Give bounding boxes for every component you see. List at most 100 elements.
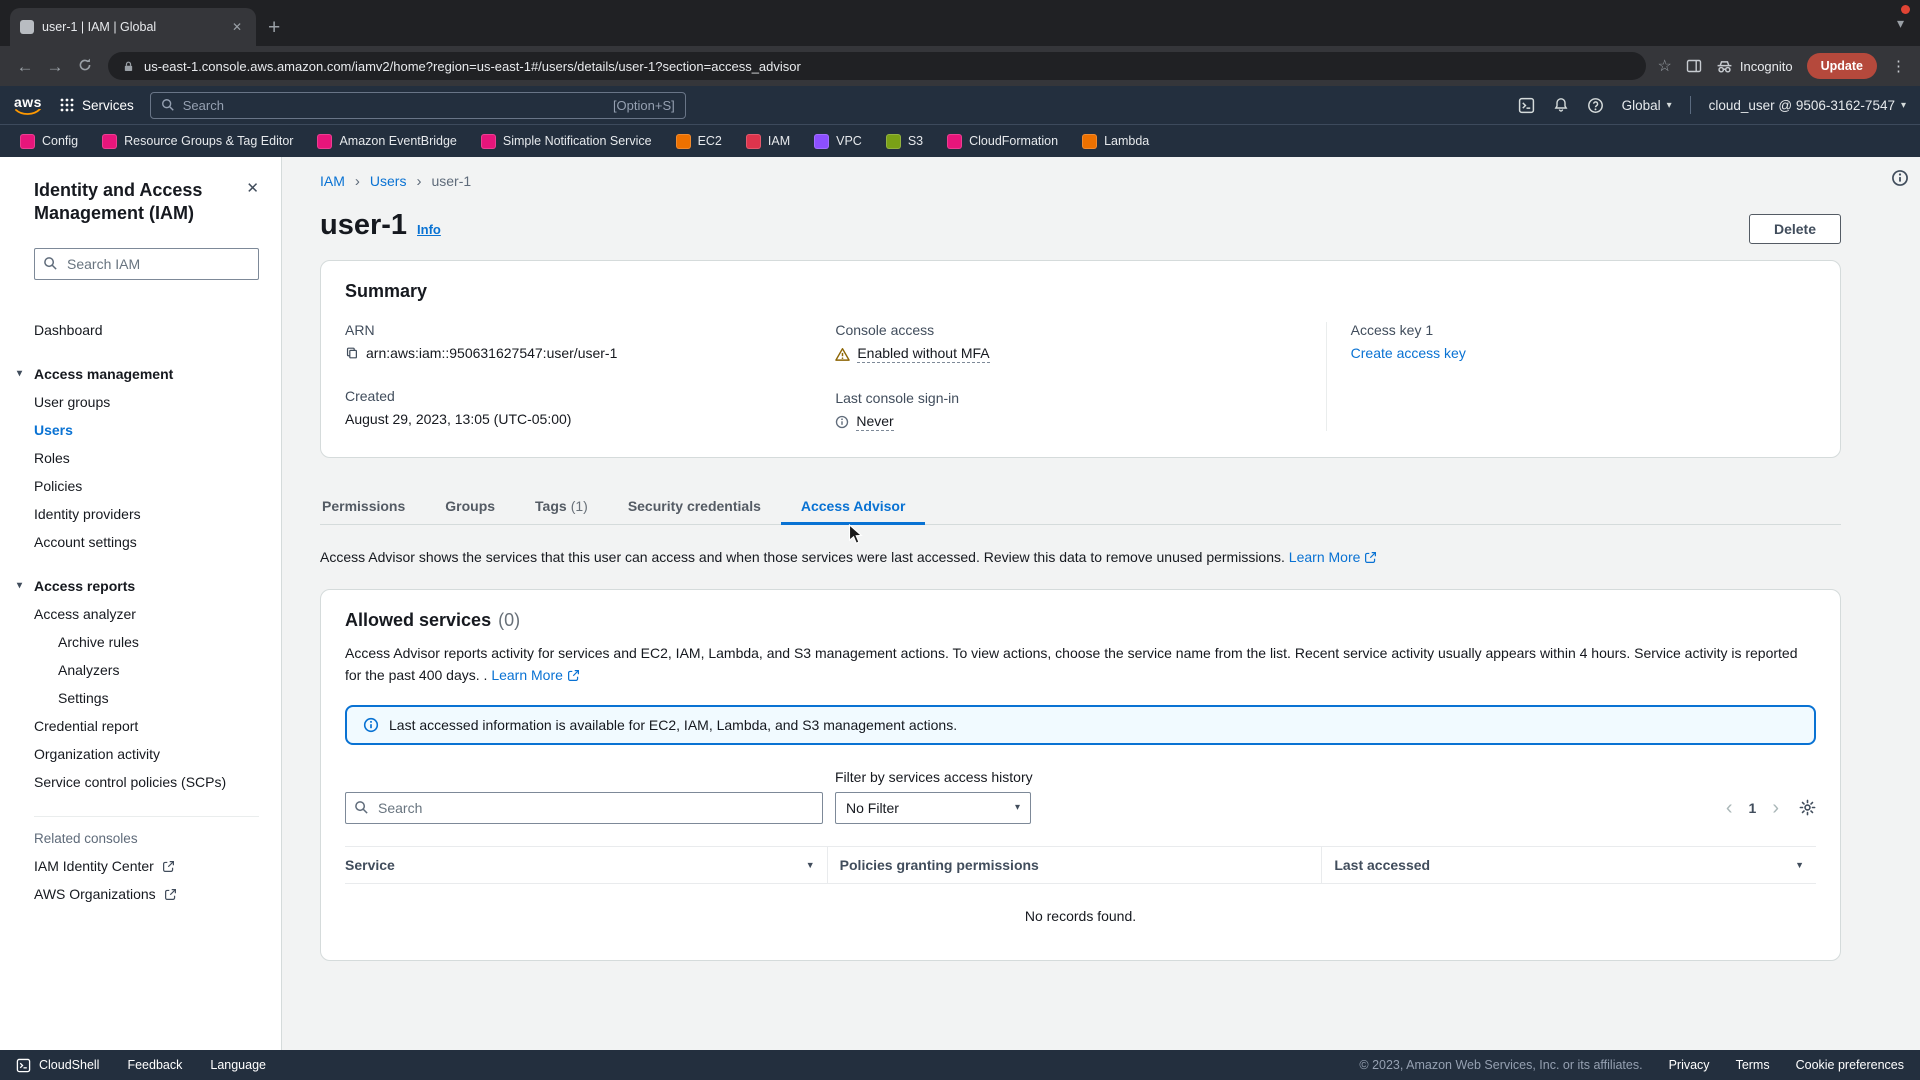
favorite-vpc[interactable]: VPC (814, 134, 862, 149)
back-icon[interactable]: ← (10, 58, 40, 75)
region-selector[interactable]: Global ▾ (1622, 98, 1672, 113)
column-policies[interactable]: Policies granting permissions (827, 847, 1322, 883)
info-link[interactable]: Info (417, 222, 441, 237)
sort-icon[interactable]: ▼ (806, 860, 815, 870)
help-icon[interactable] (1587, 97, 1604, 114)
last-signin-value[interactable]: Never (856, 413, 893, 431)
create-access-key-link[interactable]: Create access key (1351, 345, 1466, 361)
services-search-input[interactable] (345, 792, 823, 824)
services-menu[interactable]: Services (60, 98, 134, 113)
aws-logo[interactable]: aws (14, 95, 42, 116)
sidebar-link-identity-center[interactable]: IAM Identity Center (34, 852, 259, 880)
feedback-button[interactable]: Feedback (127, 1058, 182, 1072)
column-service[interactable]: Service ▼ (345, 847, 827, 883)
cookie-preferences-link[interactable]: Cookie preferences (1796, 1058, 1904, 1072)
sidebar-section-access-management[interactable]: ▾Access management (34, 360, 259, 388)
sidebar-item-roles[interactable]: Roles (34, 444, 259, 472)
tab-permissions[interactable]: Permissions (320, 488, 425, 524)
favorite-config[interactable]: Config (20, 134, 78, 149)
cloudshell-icon (16, 1058, 31, 1073)
favorite-resource-groups[interactable]: Resource Groups & Tag Editor (102, 134, 293, 149)
arn-label: ARN (345, 322, 835, 338)
sidebar-item-archive-rules[interactable]: Archive rules (34, 628, 259, 656)
notifications-bell-icon[interactable] (1553, 97, 1569, 113)
console-search-input[interactable]: Search [Option+S] (150, 92, 686, 119)
lock-icon (122, 60, 135, 73)
tab-tags[interactable]: Tags(1) (515, 488, 608, 524)
favorite-iam[interactable]: IAM (746, 134, 790, 149)
previous-page-icon[interactable]: ‹ (1726, 798, 1733, 818)
column-last-accessed[interactable]: Last accessed ▼ (1321, 847, 1816, 883)
browser-tab[interactable]: user-1 | IAM | Global ✕ (10, 8, 256, 46)
breadcrumb-users[interactable]: Users (370, 173, 407, 189)
sort-icon[interactable]: ▼ (1795, 860, 1804, 870)
detail-tabs: Permissions Groups Tags(1) Security cred… (320, 488, 1841, 525)
breadcrumb-iam[interactable]: IAM (320, 173, 345, 189)
tab-close-icon[interactable]: ✕ (228, 18, 246, 36)
sidebar-item-account-settings[interactable]: Account settings (34, 528, 259, 556)
favorite-eventbridge[interactable]: Amazon EventBridge (317, 134, 456, 149)
sidebar-item-policies[interactable]: Policies (34, 472, 259, 500)
favorite-cloudformation[interactable]: CloudFormation (947, 134, 1058, 149)
favorite-sns[interactable]: Simple Notification Service (481, 134, 652, 149)
sidebar-item-user-groups[interactable]: User groups (34, 388, 259, 416)
s3-service-icon (886, 134, 901, 149)
copy-icon[interactable] (345, 346, 359, 360)
favorite-ec2[interactable]: EC2 (676, 134, 722, 149)
language-button[interactable]: Language (210, 1058, 266, 1072)
privacy-link[interactable]: Privacy (1669, 1058, 1710, 1072)
reload-icon[interactable] (70, 57, 100, 76)
info-alert-text: Last accessed information is available f… (389, 717, 957, 733)
sidebar-link-aws-organizations[interactable]: AWS Organizations (34, 880, 259, 908)
filter-dropdown[interactable]: No Filter ▾ (835, 792, 1031, 824)
cloudshell-button[interactable]: CloudShell (16, 1058, 99, 1073)
side-panel-icon[interactable] (1686, 58, 1702, 74)
tab-groups[interactable]: Groups (425, 488, 515, 524)
favorite-s3[interactable]: S3 (886, 134, 923, 149)
sidebar-close-icon[interactable]: ✕ (246, 179, 259, 197)
account-menu[interactable]: cloud_user @ 9506-3162-7547 ▾ (1709, 98, 1906, 113)
chrome-update-button[interactable]: Update (1807, 53, 1877, 79)
learn-more-link[interactable]: Learn More (1289, 547, 1378, 567)
info-panel-toggle-icon[interactable] (1891, 169, 1909, 190)
sidebar-item-settings[interactable]: Settings (34, 684, 259, 712)
sidebar-item-access-analyzer[interactable]: Access analyzer (34, 600, 259, 628)
browser-menu-icon[interactable]: ⋮ (1891, 57, 1906, 75)
access-key-label: Access key 1 (1351, 322, 1816, 338)
current-page[interactable]: 1 (1749, 800, 1757, 816)
screen: user-1 | IAM | Global ✕ + ▾ ← → us-east-… (0, 0, 1920, 1080)
address-bar[interactable]: us-east-1.console.aws.amazon.com/iamv2/h… (108, 52, 1646, 80)
tab-access-advisor[interactable]: Access Advisor (781, 488, 926, 524)
delete-button[interactable]: Delete (1749, 214, 1841, 244)
learn-more-link[interactable]: Learn More (491, 665, 580, 687)
tab-security-credentials[interactable]: Security credentials (608, 488, 781, 524)
sidebar-item-identity-providers[interactable]: Identity providers (34, 500, 259, 528)
sidebar-section-access-reports[interactable]: ▾Access reports (34, 572, 259, 600)
sidebar-item-scps[interactable]: Service control policies (SCPs) (34, 768, 259, 796)
table-settings-gear-icon[interactable] (1799, 799, 1816, 816)
breadcrumb: IAM › Users › user-1 (320, 173, 1841, 189)
forward-icon[interactable]: → (40, 58, 70, 75)
sidebar-search-input[interactable] (34, 248, 259, 280)
sidebar-item-credential-report[interactable]: Credential report (34, 712, 259, 740)
new-tab-button[interactable]: + (268, 17, 280, 38)
vpc-service-icon (814, 134, 829, 149)
account-label: cloud_user @ 9506-3162-7547 (1709, 98, 1895, 113)
favorite-lambda[interactable]: Lambda (1082, 134, 1149, 149)
terms-link[interactable]: Terms (1736, 1058, 1770, 1072)
tab-menu-chevron-icon[interactable]: ▾ (1897, 15, 1904, 32)
sidebar-item-dashboard[interactable]: Dashboard (34, 316, 259, 344)
sidebar-item-users[interactable]: Users (34, 416, 259, 444)
console-footer: CloudShell Feedback Language © 2023, Ama… (0, 1050, 1920, 1080)
nav-divider (1690, 96, 1691, 114)
sidebar-item-analyzers[interactable]: Analyzers (34, 656, 259, 684)
filter-dropdown-value: No Filter (846, 800, 899, 816)
allowed-services-count: (0) (498, 610, 520, 631)
next-page-icon[interactable]: › (1772, 798, 1779, 818)
cloudshell-icon[interactable] (1518, 97, 1535, 114)
console-access-value[interactable]: Enabled without MFA (857, 345, 989, 363)
allowed-services-title: Allowed services (345, 610, 491, 631)
info-icon (363, 717, 379, 733)
bookmark-star-icon[interactable]: ☆ (1658, 56, 1672, 76)
sidebar-item-organization-activity[interactable]: Organization activity (34, 740, 259, 768)
